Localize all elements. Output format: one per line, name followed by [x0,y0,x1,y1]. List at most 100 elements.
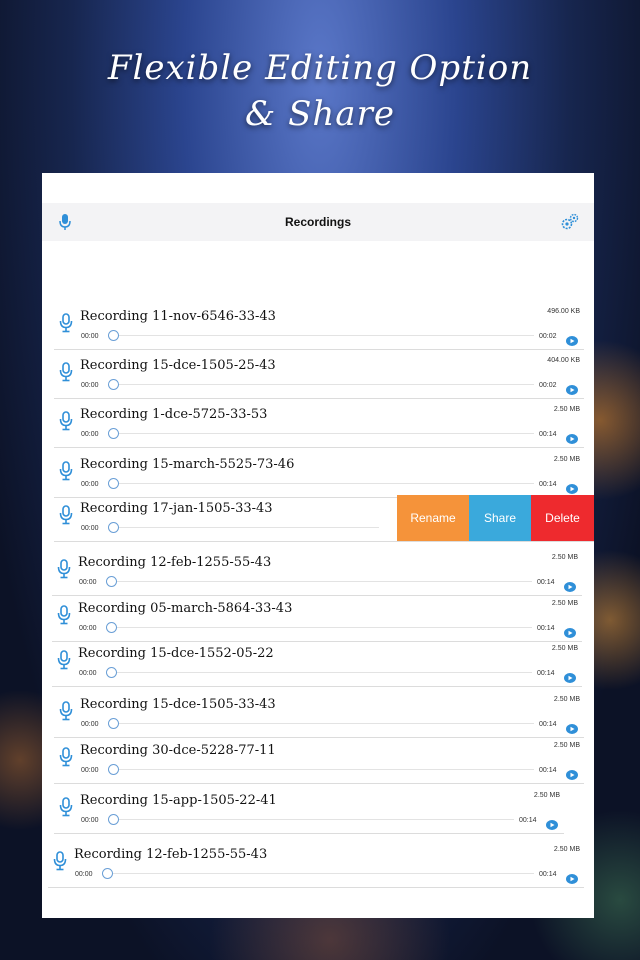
recording-title: Recording 12-feb-1255-55-43 [74,847,268,862]
elapsed-time: 00:00 [81,817,99,824]
recording-row[interactable]: Recording 15-dce-1505-25-43 00:00 00:02 404… [54,352,584,399]
elapsed-time: 00:00 [79,579,97,586]
seek-slider-handle[interactable] [106,667,117,678]
elapsed-time: 00:00 [81,481,99,488]
mic-icon [58,505,74,529]
mic-icon [58,362,74,386]
file-size: 2.50 MB [551,554,578,561]
elapsed-time: 00:00 [75,871,93,878]
mic-icon [58,461,74,485]
play-icon[interactable] [566,869,578,884]
recording-title: Recording 12-feb-1255-55-43 [78,555,272,570]
elapsed-time: 00:00 [81,721,99,728]
file-size: 2.50 MB [553,846,580,853]
promo-headline-line1: Flexible Editing Option [107,48,533,88]
seek-slider-handle[interactable] [108,379,119,390]
gear-icon[interactable] [560,213,580,235]
seek-slider-handle[interactable] [108,764,119,775]
seek-slider-handle[interactable] [106,576,117,587]
seek-slider-handle[interactable] [106,622,117,633]
seek-slider-track[interactable] [119,483,534,484]
play-icon[interactable] [566,765,578,780]
duration-time: 00:14 [539,431,557,438]
recording-row[interactable]: Recording 15-dce-1552-05-22 00:00 00:14 2.5… [52,640,582,687]
play-icon[interactable] [566,380,578,395]
mic-icon [58,411,74,435]
mic-icon [58,797,74,821]
navigation-bar: Recordings [42,203,594,241]
duration-time: 00:02 [539,382,557,389]
recording-title: Recording 15-dce-1552-05-22 [78,646,274,661]
recording-title: Recording 1-dce-5725-33-53 [80,407,268,422]
seek-slider-track[interactable] [119,819,514,820]
seek-slider-track[interactable] [119,723,534,724]
duration-time: 00:14 [537,670,555,677]
file-size: 2.50 MB [553,456,580,463]
seek-slider-track[interactable] [119,433,534,434]
mic-icon [56,650,72,674]
play-icon[interactable] [566,331,578,346]
seek-slider-handle[interactable] [108,330,119,341]
seek-slider-track[interactable] [113,873,534,874]
seek-slider-handle[interactable] [108,814,119,825]
seek-slider-track[interactable] [119,769,534,770]
elapsed-time: 00:00 [81,767,99,774]
play-icon[interactable] [564,623,576,638]
app-screenshot-panel: Recordings Recording 11-nov-6546-33-43 00… [42,173,594,918]
recording-title: Recording 15-dce-1505-33-43 [80,697,276,712]
recording-row[interactable]: Recording 17-jan-1505-33-43 00:00 Rename Sh… [54,495,594,542]
seek-slider-track[interactable] [119,384,534,385]
duration-time: 00:14 [519,817,537,824]
file-size: 2.50 MB [553,406,580,413]
play-icon[interactable] [564,668,576,683]
play-icon[interactable] [566,719,578,734]
play-icon[interactable] [566,479,578,494]
recording-row[interactable]: Recording 15-app-1505-22-41 00:00 00:14 2.5… [54,787,564,834]
rename-button[interactable]: Rename [397,495,469,541]
elapsed-time: 00:00 [81,382,99,389]
mic-icon [58,701,74,725]
recording-title: Recording 15-dce-1505-25-43 [80,358,276,373]
recording-title: Recording 17-jan-1505-33-43 [80,501,273,516]
recording-row[interactable]: Recording 30-dce-5228-77-11 00:00 00:14 2.5… [54,737,584,784]
seek-slider-track[interactable] [117,581,532,582]
recording-title: Recording 15-app-1505-22-41 [80,793,277,808]
recording-row[interactable]: Recording 12-feb-1255-55-43 00:00 00:14 2.5… [48,841,584,888]
seek-slider-handle[interactable] [108,478,119,489]
elapsed-time: 00:00 [79,670,97,677]
share-button[interactable]: Share [469,495,531,541]
seek-slider-handle[interactable] [102,868,113,879]
recording-row[interactable]: Recording 1-dce-5725-33-53 00:00 00:14 2.50… [54,401,584,448]
duration-time: 00:14 [539,721,557,728]
mic-icon [56,605,72,629]
seek-slider-track[interactable] [117,627,532,628]
duration-time: 00:14 [539,871,557,878]
mic-icon [56,559,72,583]
seek-slider-handle[interactable] [108,718,119,729]
duration-time: 00:14 [539,767,557,774]
seek-slider-track[interactable] [117,672,532,673]
recording-row[interactable]: Recording 12-feb-1255-55-43 00:00 00:14 2.5… [52,549,582,596]
file-size: 2.50 MB [553,696,580,703]
seek-slider-track[interactable] [119,527,379,528]
promo-headline-line2: & Share [245,94,395,134]
play-icon[interactable] [566,429,578,444]
mic-icon [58,313,74,337]
recording-row[interactable]: Recording 15-dce-1505-33-43 00:00 00:14 2.5… [54,691,584,738]
recording-title: Recording 05-march-5864-33-43 [78,601,293,616]
elapsed-time: 00:00 [81,333,99,340]
seek-slider-handle[interactable] [108,428,119,439]
recording-row[interactable]: Recording 15-march-5525-73-46 00:00 00:14 2… [54,451,584,498]
recording-row[interactable]: Recording 11-nov-6546-33-43 00:00 00:02 496… [54,303,584,350]
play-icon[interactable] [564,577,576,592]
seek-slider-handle[interactable] [108,522,119,533]
duration-time: 00:14 [537,625,555,632]
file-size: 2.50 MB [551,600,578,607]
delete-button[interactable]: Delete [531,495,594,541]
file-size: 496.00 KB [547,308,580,315]
play-icon[interactable] [546,815,558,830]
recording-row[interactable]: Recording 05-march-5864-33-43 00:00 00:14 2… [52,595,582,642]
seek-slider-track[interactable] [119,335,534,336]
duration-time: 00:14 [537,579,555,586]
recording-title: Recording 11-nov-6546-33-43 [80,309,276,324]
